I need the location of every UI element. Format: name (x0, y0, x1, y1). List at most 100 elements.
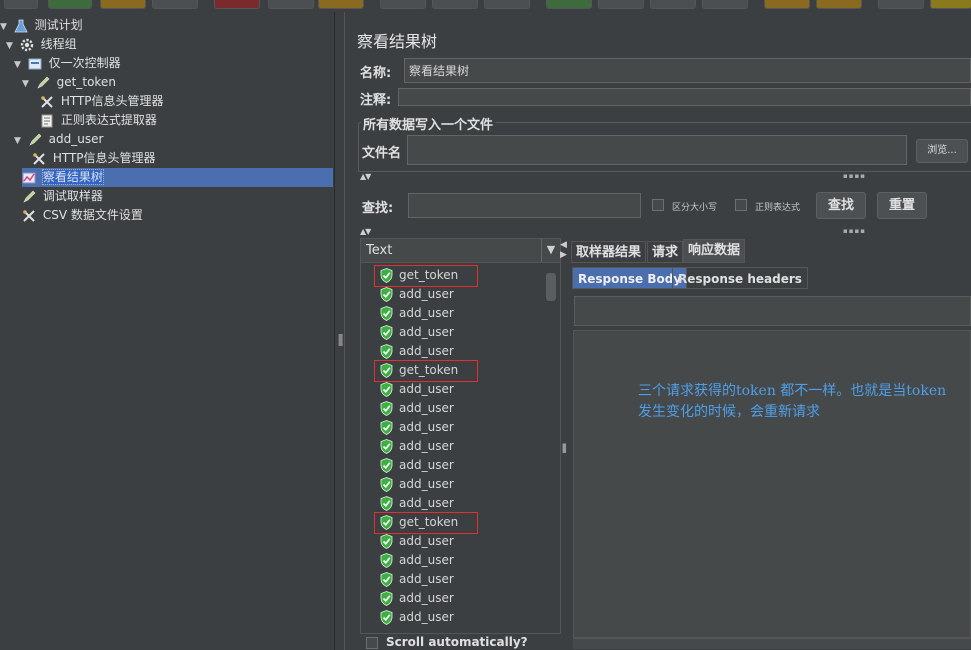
list-item-label: add_user (399, 325, 454, 339)
toolbar-button[interactable] (598, 0, 644, 9)
toolbar-button[interactable] (152, 0, 198, 9)
toolbar-button[interactable] (318, 0, 364, 9)
tree-item-csv-data-set[interactable]: CSV 数据文件设置 (22, 206, 143, 225)
results-splitter[interactable]: ◀ ▶ ▪ ▪ ▪ (559, 238, 571, 648)
splitter-horizontal-2[interactable]: ▲▼ ▪▪▪▪ (360, 227, 971, 236)
success-shield-icon (380, 344, 393, 359)
reset-button[interactable]: 重置 (877, 192, 927, 219)
success-shield-icon (380, 458, 393, 473)
list-item-label: add_user (399, 553, 454, 567)
case-sensitive-checkbox[interactable] (652, 199, 664, 211)
renderer-select[interactable]: Text ▼ (361, 239, 560, 263)
toolbar-button[interactable] (764, 0, 810, 9)
toolbar-button[interactable] (878, 0, 924, 9)
tab-response-body[interactable]: Response Body (572, 267, 688, 289)
toolbar-button[interactable] (816, 0, 862, 9)
collapse-arrows-icon[interactable]: ▲▼ (360, 172, 371, 181)
tree-item-http-header-manager[interactable]: HTTP信息头管理器 (40, 92, 164, 111)
toolbar-button[interactable] (4, 0, 38, 9)
collapse-arrows-icon[interactable]: ▲▼ (360, 227, 371, 236)
tree-item-http-header-manager-2[interactable]: HTTP信息头管理器 (32, 149, 156, 168)
list-item-label: add_user (399, 610, 454, 624)
toolbar-button[interactable] (546, 0, 592, 9)
tab-response-data[interactable]: 响应数据 (683, 239, 746, 263)
sampler-pen-icon (29, 133, 42, 146)
toolbar-button[interactable] (484, 0, 530, 9)
tab-sampler-result[interactable]: 取样器结果 (571, 241, 647, 263)
toolbar-button[interactable] (214, 0, 260, 9)
scroll-auto-label: Scroll automatically? (386, 635, 528, 649)
browse-button[interactable]: 浏览... (916, 139, 968, 163)
tree-item-thread-group[interactable]: ▼ 线程组 (6, 35, 77, 54)
list-scrollbar-thumb[interactable] (546, 273, 556, 301)
expand-arrow-icon[interactable]: ▼ (14, 132, 24, 151)
toolbar-button[interactable] (432, 0, 478, 9)
response-body-area[interactable] (573, 330, 971, 638)
sampler-pen-icon (37, 76, 50, 89)
tree-item-label: HTTP信息头管理器 (60, 94, 164, 108)
tree-item-label: get_token (56, 75, 116, 89)
tab-response-headers[interactable]: Response headers (672, 267, 808, 289)
toolbar-button[interactable] (48, 0, 92, 9)
toolbar-button[interactable] (380, 0, 426, 9)
tree-item-once-controller[interactable]: ▼ 仅一次控制器 (14, 54, 121, 73)
splitter-grip-icon: ▪ ▪ ▪ (338, 331, 344, 348)
highlight-box (374, 265, 478, 287)
splitter-horizontal[interactable]: ▲▼ ▪▪▪▪ (360, 172, 971, 181)
tree-item-label: 测试计划 (34, 18, 83, 32)
tree-item-label: HTTP信息头管理器 (52, 151, 156, 165)
tree-item-debug-sampler[interactable]: 调试取样器 (22, 187, 103, 206)
expand-arrow-icon[interactable]: ▼ (22, 75, 32, 94)
success-shield-icon (380, 477, 393, 492)
test-plan-tree: ▼ 测试计划 ▼ 线程组 ▼ 仅一次控制器 ▼ get_token HTTP信息… (0, 12, 334, 650)
scroll-auto-checkbox[interactable] (366, 637, 378, 649)
regex-checkbox[interactable] (735, 199, 747, 211)
success-shield-icon (380, 591, 393, 606)
tree-item-regex-extractor[interactable]: 正则表达式提取器 (40, 111, 157, 130)
flask-icon (14, 19, 28, 32)
name-label: 名称: (360, 66, 392, 81)
filename-label: 文件名 (362, 146, 402, 161)
tab-request[interactable]: 请求 (647, 241, 684, 263)
find-button[interactable]: 查找 (816, 192, 866, 219)
list-item-label: add_user (399, 287, 454, 301)
list-item-label: add_user (399, 306, 454, 320)
toolbar-button[interactable] (268, 0, 314, 9)
gear-icon (20, 38, 34, 51)
comment-field[interactable] (398, 88, 971, 106)
success-shield-icon (380, 439, 393, 454)
list-item-label: add_user (399, 458, 454, 472)
horizontal-scrollbar[interactable] (573, 638, 971, 649)
renderer-value: Text (366, 243, 393, 258)
case-sensitive-label: 区分大小写 (672, 203, 718, 213)
highlight-box (374, 360, 478, 382)
success-shield-icon (380, 306, 393, 321)
tree-item-add-user[interactable]: ▼ add_user (14, 130, 103, 149)
splitter-grip-icon: ▪▪▪▪ (843, 172, 866, 180)
success-shield-icon (380, 325, 393, 340)
tree-item-label: 线程组 (40, 37, 77, 51)
chevron-down-icon[interactable]: ▼ (541, 239, 560, 262)
success-shield-icon (380, 496, 393, 511)
toolbar-button[interactable] (702, 0, 748, 9)
list-item-label: add_user (399, 534, 454, 548)
toolbar-button[interactable] (930, 0, 971, 9)
tree-item-get-token[interactable]: ▼ get_token (22, 73, 116, 92)
tree-item-view-results-tree[interactable]: 察看结果树 (22, 168, 333, 187)
tree-item-test-plan[interactable]: ▼ 测试计划 (0, 16, 83, 35)
collapse-arrows-icon[interactable]: ◀ ▶ (560, 240, 567, 260)
list-item-label: add_user (399, 477, 454, 491)
name-field[interactable]: 察看结果树 (404, 58, 971, 83)
success-shield-icon (380, 610, 393, 625)
search-input[interactable] (408, 193, 641, 218)
filename-field[interactable] (407, 135, 907, 165)
response-toolbar (574, 296, 971, 326)
list-item-label: add_user (399, 591, 454, 605)
success-shield-icon (380, 287, 393, 302)
tree-item-label: 正则表达式提取器 (60, 113, 157, 127)
tree-item-label: 仅一次控制器 (48, 56, 121, 70)
toolbar-button[interactable] (650, 0, 696, 9)
toolbar-button[interactable] (100, 0, 146, 9)
splitter-grip-icon: ▪▪▪▪ (843, 227, 866, 235)
tools-icon (41, 95, 53, 108)
